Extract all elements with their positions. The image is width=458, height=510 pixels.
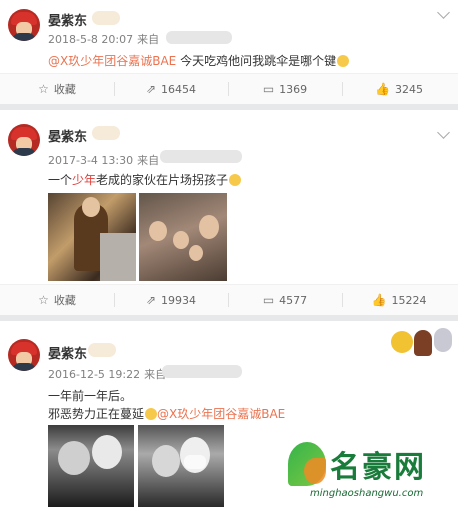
share-count: 16454 (161, 82, 197, 96)
like-count: 15224 (391, 293, 427, 307)
post-time[interactable]: 2018-5-8 20:07 (48, 33, 133, 46)
blurred-source (166, 31, 232, 44)
post-text-pre: 邪恶势力正在蔓延 (48, 407, 145, 421)
monster-sticker-icon (414, 330, 432, 356)
avatar[interactable] (8, 124, 40, 156)
author-name[interactable]: 晏紫东 (48, 10, 87, 29)
like-button[interactable]: 👍 15224 (342, 285, 456, 315)
post-image[interactable] (138, 425, 224, 507)
star-icon: ☆ (38, 82, 49, 96)
post-text-body: 今天吃鸡他问我跳伞是哪个键 (176, 54, 337, 68)
comment-icon: ▭ (262, 82, 275, 96)
post-text-pre: 一个 (48, 173, 73, 187)
mention-link[interactable]: @X玖少年团谷嘉诚BAE (157, 407, 285, 421)
post-text-body: 老成的家伙在片场拐孩子 (96, 173, 229, 187)
logo-leaf-icon (304, 458, 326, 484)
thumbs-up-icon: 👍 (371, 293, 387, 307)
post-meta: 2018-5-8 20:07 来自 (48, 31, 159, 47)
post-meta: 2016-12-5 19:22 来自 (48, 366, 166, 382)
post-time[interactable]: 2016-12-5 19:22 (48, 368, 140, 381)
emoji-icon (337, 55, 350, 67)
blurred-badge (92, 126, 120, 140)
chevron-down-icon[interactable] (437, 126, 450, 139)
avatar[interactable] (8, 339, 40, 371)
weibo-post: 晏紫东 2018-5-8 20:07 来自 @X玖少年团谷嘉诚BAE 今天吃鸡他问… (0, 0, 458, 104)
post-source-label: 来自 (137, 33, 160, 46)
post-image[interactable] (48, 193, 136, 281)
bear-sticker-icon (391, 331, 413, 353)
post-time[interactable]: 2017-3-4 13:30 (48, 154, 133, 167)
emoji-icon (145, 408, 158, 420)
watermark-url: minghaoshangwu.com (310, 488, 424, 499)
post-text-line: 一年前一年后。 (48, 389, 133, 403)
post-text: 一个少年老成的家伙在片场拐孩子 (48, 171, 242, 188)
like-button[interactable]: 👍 3245 (342, 74, 456, 104)
star-icon: ☆ (38, 293, 49, 307)
share-button[interactable]: ⇗ 16454 (114, 74, 228, 104)
share-button[interactable]: ⇗ 19934 (114, 285, 228, 315)
post-text-highlight: 少年 (72, 173, 97, 187)
favorite-button[interactable]: ☆ 收藏 (0, 74, 114, 104)
blurred-badge (88, 343, 116, 357)
avatar[interactable] (8, 9, 40, 41)
comment-count: 1369 (279, 82, 308, 96)
blurred-source (160, 150, 242, 163)
comment-icon: ▭ (262, 293, 275, 307)
post-image[interactable] (139, 193, 227, 281)
comment-button[interactable]: ▭ 1369 (228, 74, 342, 104)
mention-link[interactable]: @X玖少年团谷嘉诚BAE (48, 54, 176, 68)
share-icon: ⇗ (145, 82, 157, 96)
share-count: 19934 (161, 293, 197, 307)
post-text: 邪恶势力正在蔓延 @X玖少年团谷嘉诚BAE (48, 405, 285, 422)
thumbs-up-icon: 👍 (375, 82, 390, 96)
watermark-title: 名豪网 (330, 450, 426, 485)
author-name[interactable]: 晏紫东 (48, 126, 87, 145)
post-meta: 2017-3-4 13:30 来自 (48, 152, 159, 168)
emoji-icon (229, 174, 242, 186)
post-image[interactable] (48, 425, 134, 507)
post-source-label: 来自 (137, 154, 160, 167)
comment-count: 4577 (279, 293, 308, 307)
favorite-label: 收藏 (53, 294, 76, 307)
action-bar: ☆ 收藏 ⇗ 19934 ▭ 4577 👍 15224 (0, 284, 458, 315)
favorite-button[interactable]: ☆ 收藏 (0, 285, 114, 315)
chevron-down-icon[interactable] (437, 6, 450, 19)
comment-button[interactable]: ▭ 4577 (228, 285, 342, 315)
bunny-sticker-icon (434, 328, 452, 352)
author-name[interactable]: 晏紫东 (48, 343, 87, 362)
share-icon: ⇗ (145, 293, 157, 307)
weibo-post: 晏紫东 2017-3-4 13:30 来自 一个少年老成的家伙在片场拐孩子 ☆ 收藏… (0, 110, 458, 315)
blurred-source (162, 365, 242, 378)
watermark: 名豪网 minghaoshangwu.com (288, 440, 454, 506)
post-text: @X玖少年团谷嘉诚BAE 今天吃鸡他问我跳伞是哪个键 (48, 52, 350, 69)
like-count: 3245 (394, 82, 423, 96)
favorite-label: 收藏 (53, 83, 76, 96)
blurred-badge (92, 11, 120, 25)
action-bar: ☆ 收藏 ⇗ 16454 ▭ 1369 👍 3245 (0, 73, 458, 104)
